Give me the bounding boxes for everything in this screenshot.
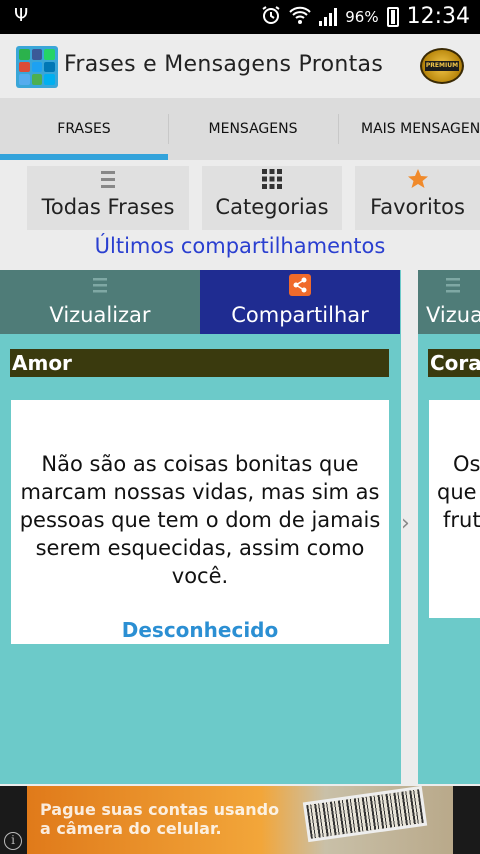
ad-image[interactable]: Pague suas contas usando a câmera do cel… bbox=[27, 786, 453, 854]
latest-shares-heading: Últimos compartilhamentos bbox=[94, 234, 386, 258]
list-icon bbox=[27, 166, 189, 192]
clock: 12:34 bbox=[406, 4, 470, 29]
favorites-button[interactable]: Favoritos bbox=[355, 166, 480, 230]
quote-line: que bbox=[437, 480, 477, 504]
status-bar: Ψ 96% 12:34 bbox=[0, 0, 480, 34]
premium-text: PREMIUM bbox=[425, 61, 459, 71]
battery-percent: 96% bbox=[345, 7, 379, 26]
quote-author: Desconhecido bbox=[121, 618, 279, 642]
app-title: Frases e Mensagens Prontas bbox=[64, 52, 384, 77]
list-icon bbox=[426, 270, 480, 300]
share-icon bbox=[200, 270, 400, 300]
view-button-label: Vizualizar bbox=[49, 303, 151, 327]
grid-icon bbox=[202, 166, 342, 192]
signal-icon bbox=[319, 7, 338, 26]
info-icon[interactable]: i bbox=[4, 832, 22, 850]
view-button[interactable]: Vizualizar bbox=[0, 270, 200, 334]
status-icons: 96% 12:34 bbox=[261, 4, 470, 29]
ad-text: Pague suas contas usando a câmera do cel… bbox=[40, 800, 279, 838]
category-label: Amor bbox=[10, 349, 389, 377]
action-bar: Frases e Mensagens Prontas PREMIUM bbox=[0, 34, 480, 98]
quote-line: Os bbox=[453, 452, 480, 476]
view-button-label: Vizua bbox=[426, 303, 480, 327]
ad-text-line: a câmera do celular. bbox=[40, 819, 222, 838]
view-button[interactable]: Vizua bbox=[418, 270, 480, 334]
star-icon bbox=[355, 166, 480, 192]
alarm-icon bbox=[261, 5, 281, 29]
barcode-icon bbox=[302, 786, 428, 843]
all-phrases-label: Todas Frases bbox=[41, 195, 175, 219]
category-label: Cora bbox=[428, 349, 480, 377]
ad-banner[interactable]: Pague suas contas usando a câmera do cel… bbox=[0, 786, 480, 854]
quote-text: Não são as coisas bonitas que marcam nos… bbox=[19, 452, 381, 588]
social-apps-icon bbox=[16, 46, 58, 88]
categories-label: Categorias bbox=[215, 195, 329, 219]
list-icon bbox=[0, 270, 200, 300]
share-button-label: Compartilhar bbox=[231, 303, 369, 327]
quote-text: Os que frut bbox=[437, 450, 480, 534]
categories-button[interactable]: Categorias bbox=[202, 166, 342, 230]
usb-icon: Ψ bbox=[14, 5, 29, 26]
tab-mais-mensagens[interactable]: MAIS MENSAGENS bbox=[338, 98, 480, 160]
all-phrases-button[interactable]: Todas Frases bbox=[27, 166, 189, 230]
quote-line: frut bbox=[443, 508, 480, 532]
tab-indicator bbox=[0, 154, 168, 160]
tab-frases[interactable]: FRASES bbox=[0, 98, 168, 160]
premium-badge-icon[interactable]: PREMIUM bbox=[420, 48, 464, 84]
tab-bar: FRASES MENSAGENS MAIS MENSAGENS bbox=[0, 98, 480, 160]
tab-mensagens[interactable]: MENSAGENS bbox=[168, 98, 338, 160]
chevron-right-icon[interactable]: › bbox=[401, 511, 410, 536]
ad-text-line: Pague suas contas usando bbox=[40, 800, 280, 819]
favorites-label: Favoritos bbox=[370, 195, 465, 219]
share-button[interactable]: Compartilhar bbox=[200, 270, 400, 334]
battery-icon bbox=[386, 6, 399, 27]
wifi-icon bbox=[289, 5, 311, 29]
